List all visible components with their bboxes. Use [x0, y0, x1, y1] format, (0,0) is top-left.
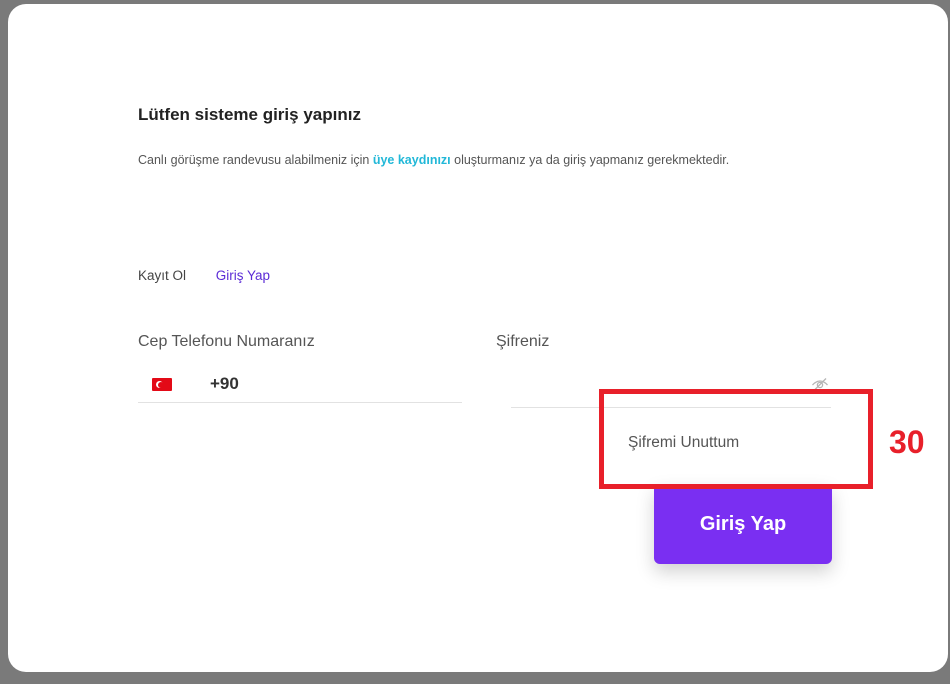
- annotation-step-number: 30: [889, 424, 925, 460]
- tab-login[interactable]: Giriş Yap: [216, 268, 270, 283]
- phone-input[interactable]: [258, 372, 462, 400]
- intro-text-start: Canlı görüşme randevusu alabilmeniz için: [138, 153, 373, 167]
- auth-tabs: Kayıt Ol Giriş Yap: [138, 268, 270, 283]
- register-link[interactable]: üye kaydınızı: [373, 153, 451, 167]
- phone-label: Cep Telefonu Numaranız: [138, 333, 315, 350]
- phone-field: +90: [138, 368, 462, 403]
- password-input[interactable]: [511, 374, 795, 402]
- turkey-flag-icon[interactable]: [152, 378, 172, 391]
- tab-register[interactable]: Kayıt Ol: [138, 268, 186, 283]
- page-title: Lütfen sisteme giriş yapınız: [138, 105, 361, 124]
- intro-text: Canlı görüşme randevusu alabilmeniz için…: [138, 150, 838, 170]
- eye-slash-icon[interactable]: [811, 376, 829, 392]
- login-button[interactable]: Giriş Yap: [654, 484, 832, 564]
- forgot-password-link[interactable]: Şifremi Unuttum: [628, 434, 739, 452]
- password-field: [511, 368, 831, 408]
- intro-text-end: oluşturmanız ya da giriş yapmanız gerekm…: [450, 153, 730, 167]
- password-label: Şifreniz: [496, 333, 550, 350]
- login-card: Lütfen sisteme giriş yapınız Canlı görüş…: [8, 4, 948, 672]
- dial-code: +90: [210, 374, 239, 393]
